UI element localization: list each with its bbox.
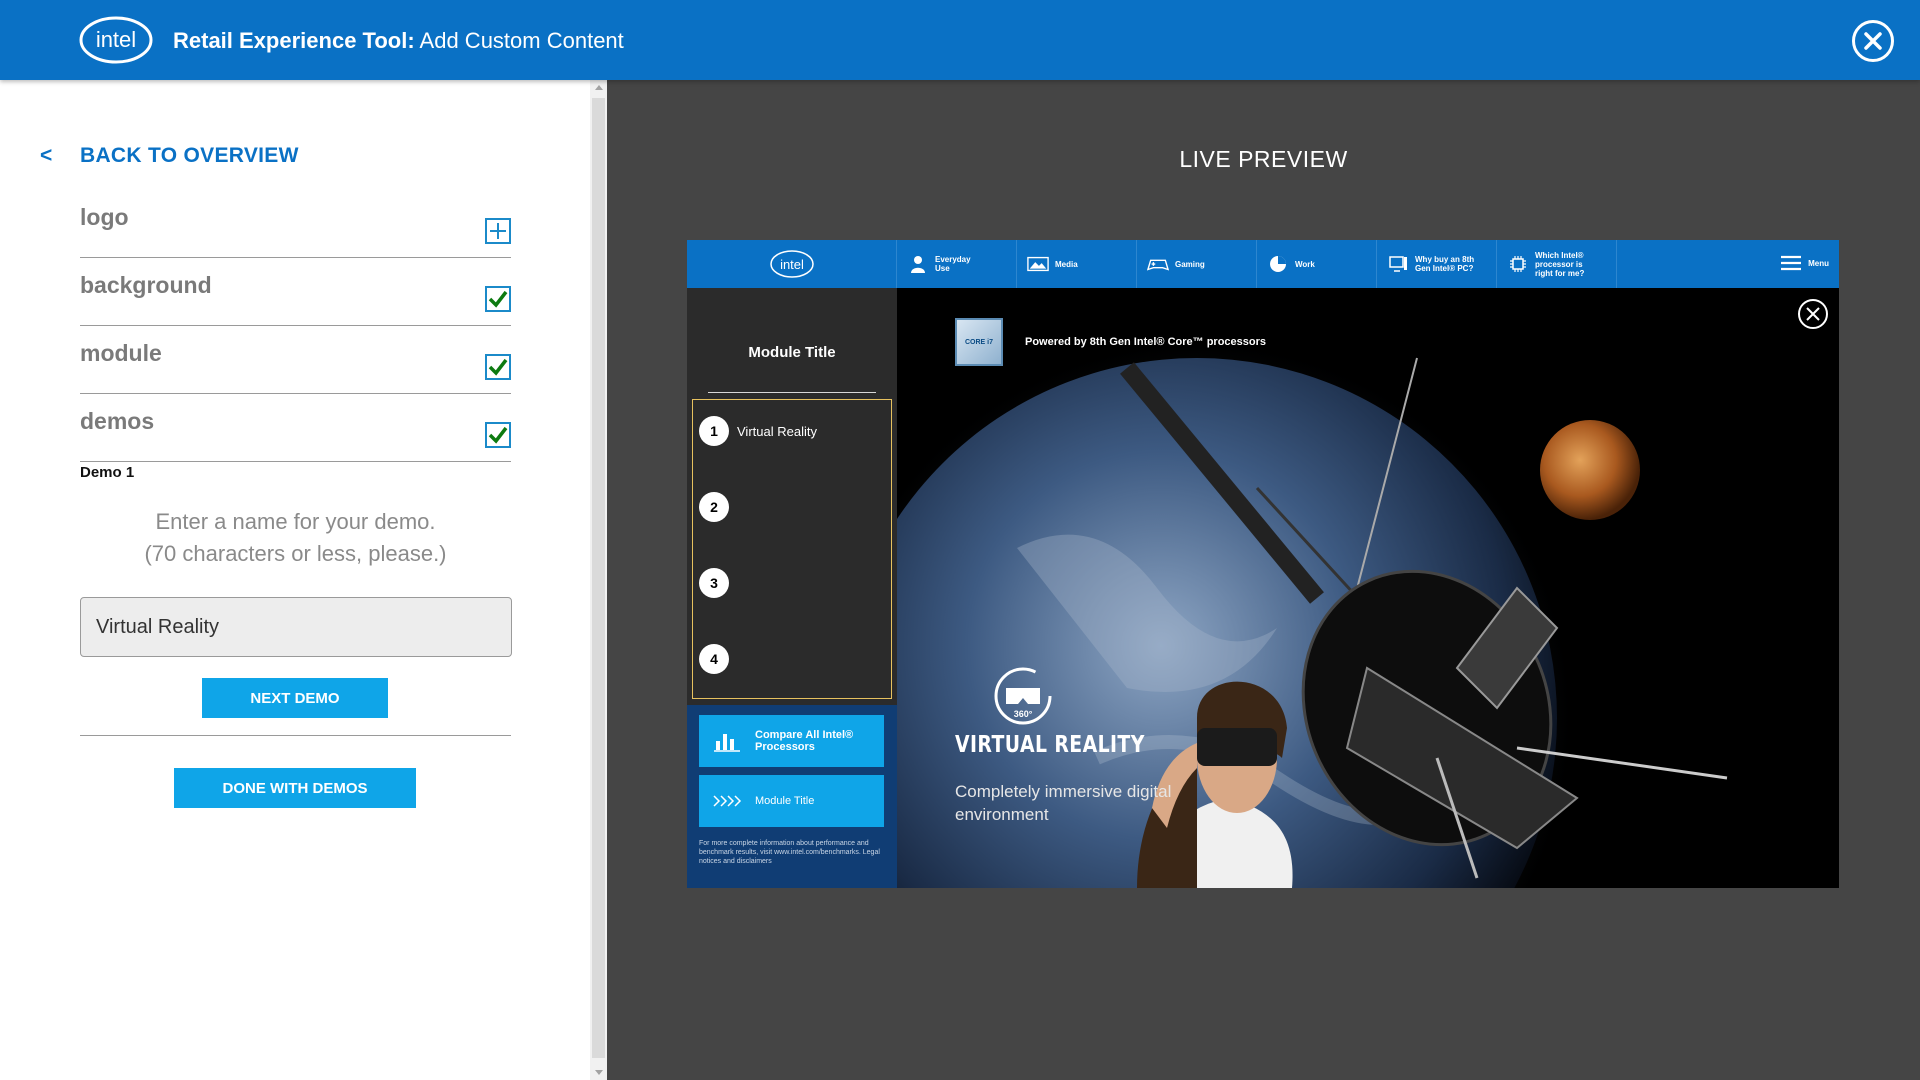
preview-hero: CORE i7 Powered by 8th Gen Intel® Core™ … [897, 288, 1839, 888]
nav-label: Work [1295, 260, 1315, 269]
demo-number: 1 [699, 416, 729, 446]
close-icon [1863, 31, 1883, 51]
section-logo[interactable]: logo [80, 190, 511, 258]
close-circle-icon [1797, 298, 1829, 330]
back-to-overview-label: BACK TO OVERVIEW [80, 144, 299, 168]
preview-nav-bar: intel Everyday Use Media Gaming Work Why… [687, 240, 1839, 288]
close-button[interactable] [1852, 20, 1894, 62]
section-label: demos [80, 408, 154, 435]
demo-list: 1 Virtual Reality 2 3 4 [692, 399, 892, 699]
live-preview-title: LIVE PREVIEW [607, 146, 1920, 173]
scrollbar-thumb[interactable] [592, 98, 605, 1058]
nav-label: Which Intel® processor is right for me? [1535, 251, 1591, 278]
done-with-demos-button[interactable]: DONE WITH DEMOS [174, 768, 416, 808]
person-icon [910, 255, 926, 273]
demo-heading: Demo 1 [80, 464, 134, 481]
menu-label: Menu [1808, 259, 1829, 268]
page-title: Retail Experience Tool: Add Custom Conte… [173, 28, 624, 54]
hamburger-icon [1780, 254, 1802, 272]
divider [80, 735, 511, 736]
demo-item-3[interactable]: 3 [699, 568, 737, 598]
page-title-rest: Add Custom Content [415, 28, 624, 53]
section-label: module [80, 340, 162, 367]
module-button-label: Module Title [755, 795, 814, 807]
module-title-button[interactable]: Module Title [699, 775, 884, 827]
nav-media[interactable]: Media [1017, 240, 1137, 288]
powered-by-badge: CORE i7 Powered by 8th Gen Intel® Core™ … [955, 318, 1266, 366]
intel-logo: intel [78, 14, 154, 66]
demo-item-4[interactable]: 4 [699, 644, 737, 674]
compare-processors-button[interactable]: Compare All Intel® Processors [699, 715, 884, 767]
vr-360-badge: 360° [992, 666, 1054, 731]
demo-instructions: Enter a name for your demo. (70 characte… [80, 506, 511, 570]
checkmark-icon [487, 424, 509, 446]
checkmark-icon [487, 288, 509, 310]
checkbox[interactable] [485, 354, 511, 380]
demo-hint-line-2: (70 characters or less, please.) [80, 538, 511, 570]
nav-why-buy[interactable]: Why buy an 8th Gen Intel® PC? [1377, 240, 1497, 288]
page-title-bold: Retail Experience Tool: [173, 28, 415, 53]
demo-item-1[interactable]: 1 Virtual Reality [699, 416, 817, 446]
back-to-overview-link[interactable]: < BACK TO OVERVIEW [40, 144, 299, 168]
intel-logo-text: intel [780, 257, 804, 272]
section-background[interactable]: background [80, 258, 511, 326]
image-icon [1027, 256, 1049, 272]
legal-text: For more complete information about perf… [699, 839, 889, 866]
demo-item-label: Virtual Reality [737, 424, 817, 439]
nav-which-processor[interactable]: Which Intel® processor is right for me? [1497, 240, 1617, 288]
scroll-down-icon[interactable] [595, 1070, 603, 1075]
gamepad-icon [1147, 256, 1169, 272]
section-demos[interactable]: demos [80, 394, 511, 462]
add-toggle[interactable] [485, 218, 511, 244]
intel-logo: intel [769, 249, 815, 279]
preview-sidebar-footer: Compare All Intel® Processors Module Tit… [687, 705, 897, 888]
scrollbar[interactable] [590, 80, 607, 1080]
intel-core-chip: CORE i7 [955, 318, 1003, 366]
demo-name-input[interactable] [80, 597, 512, 657]
nav-gaming[interactable]: Gaming [1137, 240, 1257, 288]
section-module[interactable]: module [80, 326, 511, 394]
demo-item-2[interactable]: 2 [699, 492, 737, 522]
demo-number: 3 [699, 568, 729, 598]
demo-number: 2 [699, 492, 729, 522]
nav-work[interactable]: Work [1257, 240, 1377, 288]
vr-title: VIRTUAL REALITY [955, 732, 1145, 758]
scroll-up-icon[interactable] [595, 85, 603, 90]
preview-menu-button[interactable]: Menu [1780, 254, 1829, 272]
intel-logo-text: intel [96, 27, 136, 52]
vr-subtitle: Completely immersive digital environment [955, 780, 1195, 826]
chevron-left-icon: < [40, 144, 80, 168]
editor-panel: < BACK TO OVERVIEW logo background modul… [0, 80, 590, 1080]
checkbox[interactable] [485, 286, 511, 312]
demo-number: 4 [699, 644, 729, 674]
nav-label: Everyday Use [935, 255, 975, 273]
pie-chart-icon [1269, 255, 1287, 273]
preview-logo[interactable]: intel [687, 240, 897, 288]
chip-icon [1509, 255, 1527, 273]
badge-360-text: 360° [1014, 709, 1033, 719]
desktop-icon [1388, 255, 1408, 273]
chevrons-right-icon [712, 794, 742, 808]
preview-close-button[interactable] [1797, 298, 1829, 330]
nav-label: Why buy an 8th Gen Intel® PC? [1415, 255, 1483, 273]
nav-label: Gaming [1175, 260, 1205, 269]
live-preview-frame: intel Everyday Use Media Gaming Work Why… [687, 240, 1839, 888]
vr-headset-360-icon: 360° [992, 666, 1054, 726]
plus-icon [487, 220, 509, 242]
powered-by-text: Powered by 8th Gen Intel® Core™ processo… [1025, 336, 1266, 348]
app-header: intel Retail Experience Tool: Add Custom… [0, 0, 1920, 80]
demo-hint-line-1: Enter a name for your demo. [80, 506, 511, 538]
nav-label: Media [1055, 260, 1078, 269]
nav-everyday-use[interactable]: Everyday Use [897, 240, 1017, 288]
compare-label: Compare All Intel® Processors [755, 729, 865, 753]
checkmark-icon [487, 356, 509, 378]
next-demo-button[interactable]: NEXT DEMO [202, 678, 388, 718]
module-title: Module Title [687, 344, 897, 361]
section-label: background [80, 272, 212, 299]
preview-sidebar: Module Title 1 Virtual Reality 2 3 4 [687, 288, 897, 888]
bar-chart-icon [713, 730, 741, 752]
divider [708, 392, 876, 393]
checkbox[interactable] [485, 422, 511, 448]
section-label: logo [80, 204, 129, 231]
